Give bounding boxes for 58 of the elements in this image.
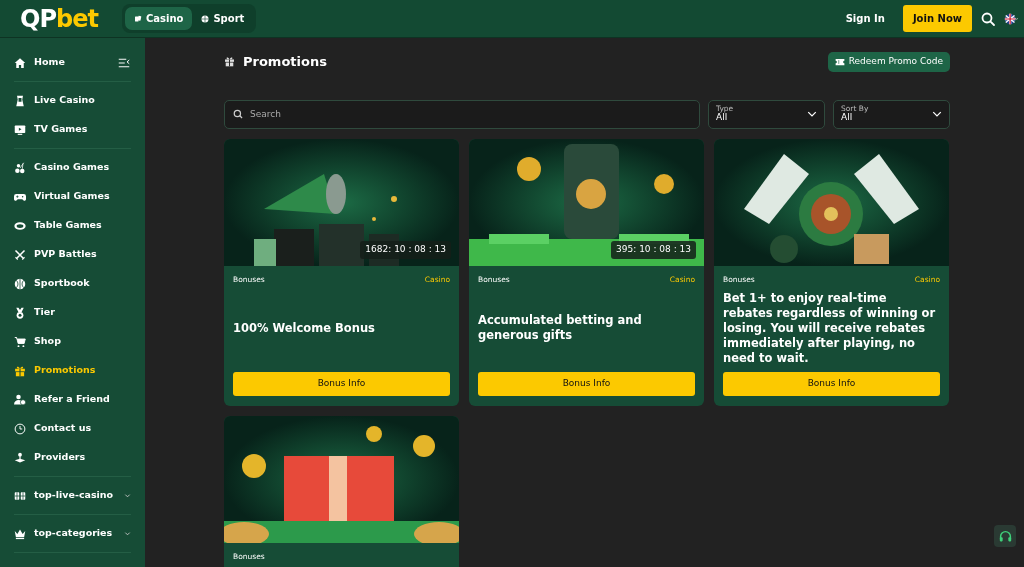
sidebar-item[interactable]: Sportbook [14, 269, 131, 298]
sidebar-item[interactable]: TV Games [14, 115, 131, 144]
sidebar-item[interactable]: Tier [14, 298, 131, 327]
sign-in-button[interactable]: Sign In [839, 10, 891, 27]
nav-tab[interactable]: Sport [192, 7, 254, 30]
joystick-icon [14, 451, 26, 464]
chevron-down-icon [932, 109, 942, 119]
sidebar-item[interactable]: top-live-casino [14, 481, 131, 510]
cherries-icon [14, 161, 26, 174]
sidebar-item[interactable]: Home [14, 48, 117, 77]
tv-icon [14, 123, 26, 136]
bonus-info-button[interactable]: Bonus Info [723, 371, 940, 396]
promo-title: Accumulated betting and generous gifts [478, 313, 643, 344]
clock-icon [14, 422, 26, 435]
swords-icon [14, 248, 26, 261]
chevron-down-icon [124, 492, 131, 499]
sidebar-item[interactable]: Providers [14, 443, 131, 472]
house-icon [14, 56, 26, 69]
search-icon[interactable] [980, 10, 996, 27]
countdown-timer: 395: 10 : 08 : 13 [611, 241, 696, 259]
chevron-down-icon [124, 530, 131, 537]
people-icon [14, 393, 26, 406]
search-field[interactable]: Search [224, 99, 700, 129]
chevron-down-icon [807, 109, 817, 119]
bonus-info-button[interactable]: Bonus Info [233, 371, 450, 396]
gift-icon [224, 56, 235, 68]
sidebar-item[interactable]: Promotions [14, 356, 131, 385]
sidebar-item[interactable]: Contact us [14, 414, 131, 443]
sidebar-item[interactable]: Refer a Friend [14, 385, 131, 414]
sidebar-item[interactable]: Shop [14, 327, 131, 356]
grid-icon [14, 489, 26, 502]
bonus-info-button[interactable]: Bonus Info [478, 371, 695, 396]
sidebar-item[interactable]: Casino Games [14, 153, 131, 182]
support-button[interactable] [994, 525, 1016, 547]
collapse-menu-icon[interactable] [117, 56, 131, 69]
sidebar-item[interactable]: PVP Battles [14, 240, 131, 269]
sidebar-item[interactable]: Virtual Games [14, 182, 131, 211]
join-now-button[interactable]: Join Now [902, 5, 972, 32]
crown-icon [14, 527, 26, 540]
search-icon [233, 109, 243, 119]
headset-icon [998, 529, 1012, 543]
promo-title: 100% Welcome Bonus [233, 320, 375, 336]
sidebar-item[interactable]: Live Casino [14, 86, 131, 115]
basketball-icon [14, 277, 26, 290]
ticket-icon [834, 56, 845, 67]
countdown-timer: 1682: 10 : 08 : 13 [360, 241, 451, 259]
medal-icon [14, 306, 26, 319]
promo-title: Bet 1+ to enjoy real-time rebates regardless of winning or losing. You will receive rebates immediately after playing, no need to wait. [723, 290, 937, 366]
nav-tab[interactable]: Casino [124, 7, 193, 30]
sidebar-item[interactable]: top-categories [14, 519, 131, 548]
gift-icon [14, 364, 26, 377]
page-title: Promotions [243, 53, 327, 71]
flag-icon[interactable] [1004, 11, 1018, 26]
ball-icon [201, 14, 210, 23]
cart-icon [14, 335, 26, 348]
logo[interactable]: QPbet [20, 6, 98, 31]
sidebar-item[interactable]: Table Games [14, 211, 131, 240]
redeem-promo-button[interactable]: Redeem Promo Code [827, 52, 950, 72]
